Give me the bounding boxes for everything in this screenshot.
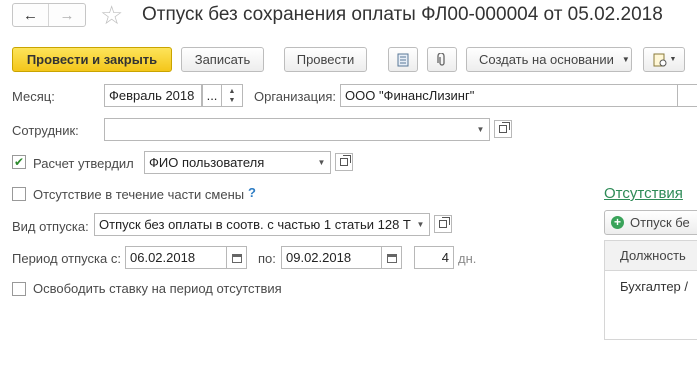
paperclip-icon: [437, 52, 445, 66]
organization-field[interactable]: ООО "ФинансЛизинг": [340, 84, 678, 107]
post-button[interactable]: Провести: [284, 47, 367, 72]
employee-label: Сотрудник:: [12, 123, 79, 138]
print-button[interactable]: ▼: [643, 47, 685, 72]
open-icon: [340, 155, 351, 166]
leave-type-open-button[interactable]: [434, 215, 452, 233]
report-button[interactable]: [388, 47, 418, 72]
period-from-calendar-button[interactable]: [226, 246, 247, 269]
approved-open-button[interactable]: [335, 153, 353, 171]
employee-dropdown-button[interactable]: ▼: [472, 118, 490, 141]
save-button[interactable]: Записать: [181, 47, 264, 72]
open-icon: [439, 217, 450, 228]
help-icon[interactable]: ?: [248, 185, 256, 200]
checkmark-icon: ✔: [13, 155, 25, 169]
attach-button[interactable]: [427, 47, 457, 72]
period-from-label: Период отпуска с:: [12, 251, 121, 266]
chevron-down-icon: ▼: [669, 56, 677, 63]
create-based-on-label: Создать на основании: [479, 52, 614, 67]
chevron-down-icon: ▼: [228, 96, 236, 104]
chevron-down-icon: ▼: [476, 125, 485, 134]
days-unit-label: дн.: [458, 251, 477, 266]
add-absence-button[interactable]: + Отпуск бе: [604, 210, 697, 235]
absences-link[interactable]: Отсутствия: [604, 185, 683, 202]
period-to-calendar-button[interactable]: [381, 246, 402, 269]
leave-type-field[interactable]: Отпуск без оплаты в соотв. с частью 1 ст…: [94, 213, 413, 236]
days-field[interactable]: 4: [414, 246, 454, 269]
chevron-down-icon: ▼: [317, 158, 326, 167]
period-to-label: по:: [258, 251, 276, 266]
release-rate-label: Освободить ставку на период отсутствия: [33, 281, 282, 296]
print-icon: [653, 53, 667, 66]
calendar-icon: [386, 253, 397, 263]
star-icon[interactable]: ☆: [100, 0, 123, 30]
period-from-field[interactable]: 06.02.2018: [125, 246, 227, 269]
add-absence-label: Отпуск бе: [630, 215, 690, 230]
table-row[interactable]: Бухгалтер /: [605, 271, 697, 294]
post-and-close-button[interactable]: Провести и закрыть: [12, 47, 172, 72]
chevron-down-icon: ▼: [621, 55, 630, 64]
add-icon: +: [611, 216, 624, 229]
month-field[interactable]: Февраль 2018: [104, 84, 202, 107]
employee-field[interactable]: [104, 118, 473, 141]
approved-label: Расчет утвердил: [33, 156, 134, 171]
page-title: Отпуск без сохранения оплаты ФЛ00-000004…: [142, 4, 663, 25]
approved-checkbox[interactable]: ✔: [12, 155, 26, 169]
calendar-icon: [231, 253, 242, 263]
back-button[interactable]: ←: [13, 4, 49, 26]
absences-table: Должность Бухгалтер /: [604, 240, 697, 340]
approved-field[interactable]: ФИО пользователя: [144, 151, 314, 174]
release-rate-checkbox[interactable]: [12, 282, 26, 296]
leave-type-label: Вид отпуска:: [12, 219, 89, 234]
month-stepper[interactable]: ▲ ▼: [222, 84, 243, 107]
arrow-left-icon: ←: [23, 6, 38, 24]
create-based-on-button[interactable]: Создать на основании ▼: [466, 47, 632, 72]
period-to-field[interactable]: 09.02.2018: [281, 246, 382, 269]
navigation-group: ← →: [12, 3, 86, 27]
approved-dropdown-button[interactable]: ▼: [313, 151, 331, 174]
leave-type-dropdown-button[interactable]: ▼: [412, 213, 430, 236]
month-select-button[interactable]: ...: [202, 84, 222, 107]
organization-label: Организация:: [254, 89, 337, 104]
open-icon: [499, 122, 510, 133]
document-list-icon: [397, 53, 409, 66]
arrow-right-icon: →: [59, 6, 75, 24]
employee-open-button[interactable]: [494, 120, 512, 138]
organization-field-edge: [678, 84, 697, 107]
chevron-down-icon: ▼: [416, 220, 425, 229]
chevron-up-icon: ▲: [228, 87, 236, 95]
forward-button[interactable]: →: [49, 4, 85, 26]
partial-shift-checkbox[interactable]: [12, 187, 26, 201]
month-label: Месяц:: [12, 89, 55, 104]
partial-shift-label: Отсутствие в течение части смены: [33, 187, 245, 202]
table-header-position: Должность: [605, 241, 697, 271]
